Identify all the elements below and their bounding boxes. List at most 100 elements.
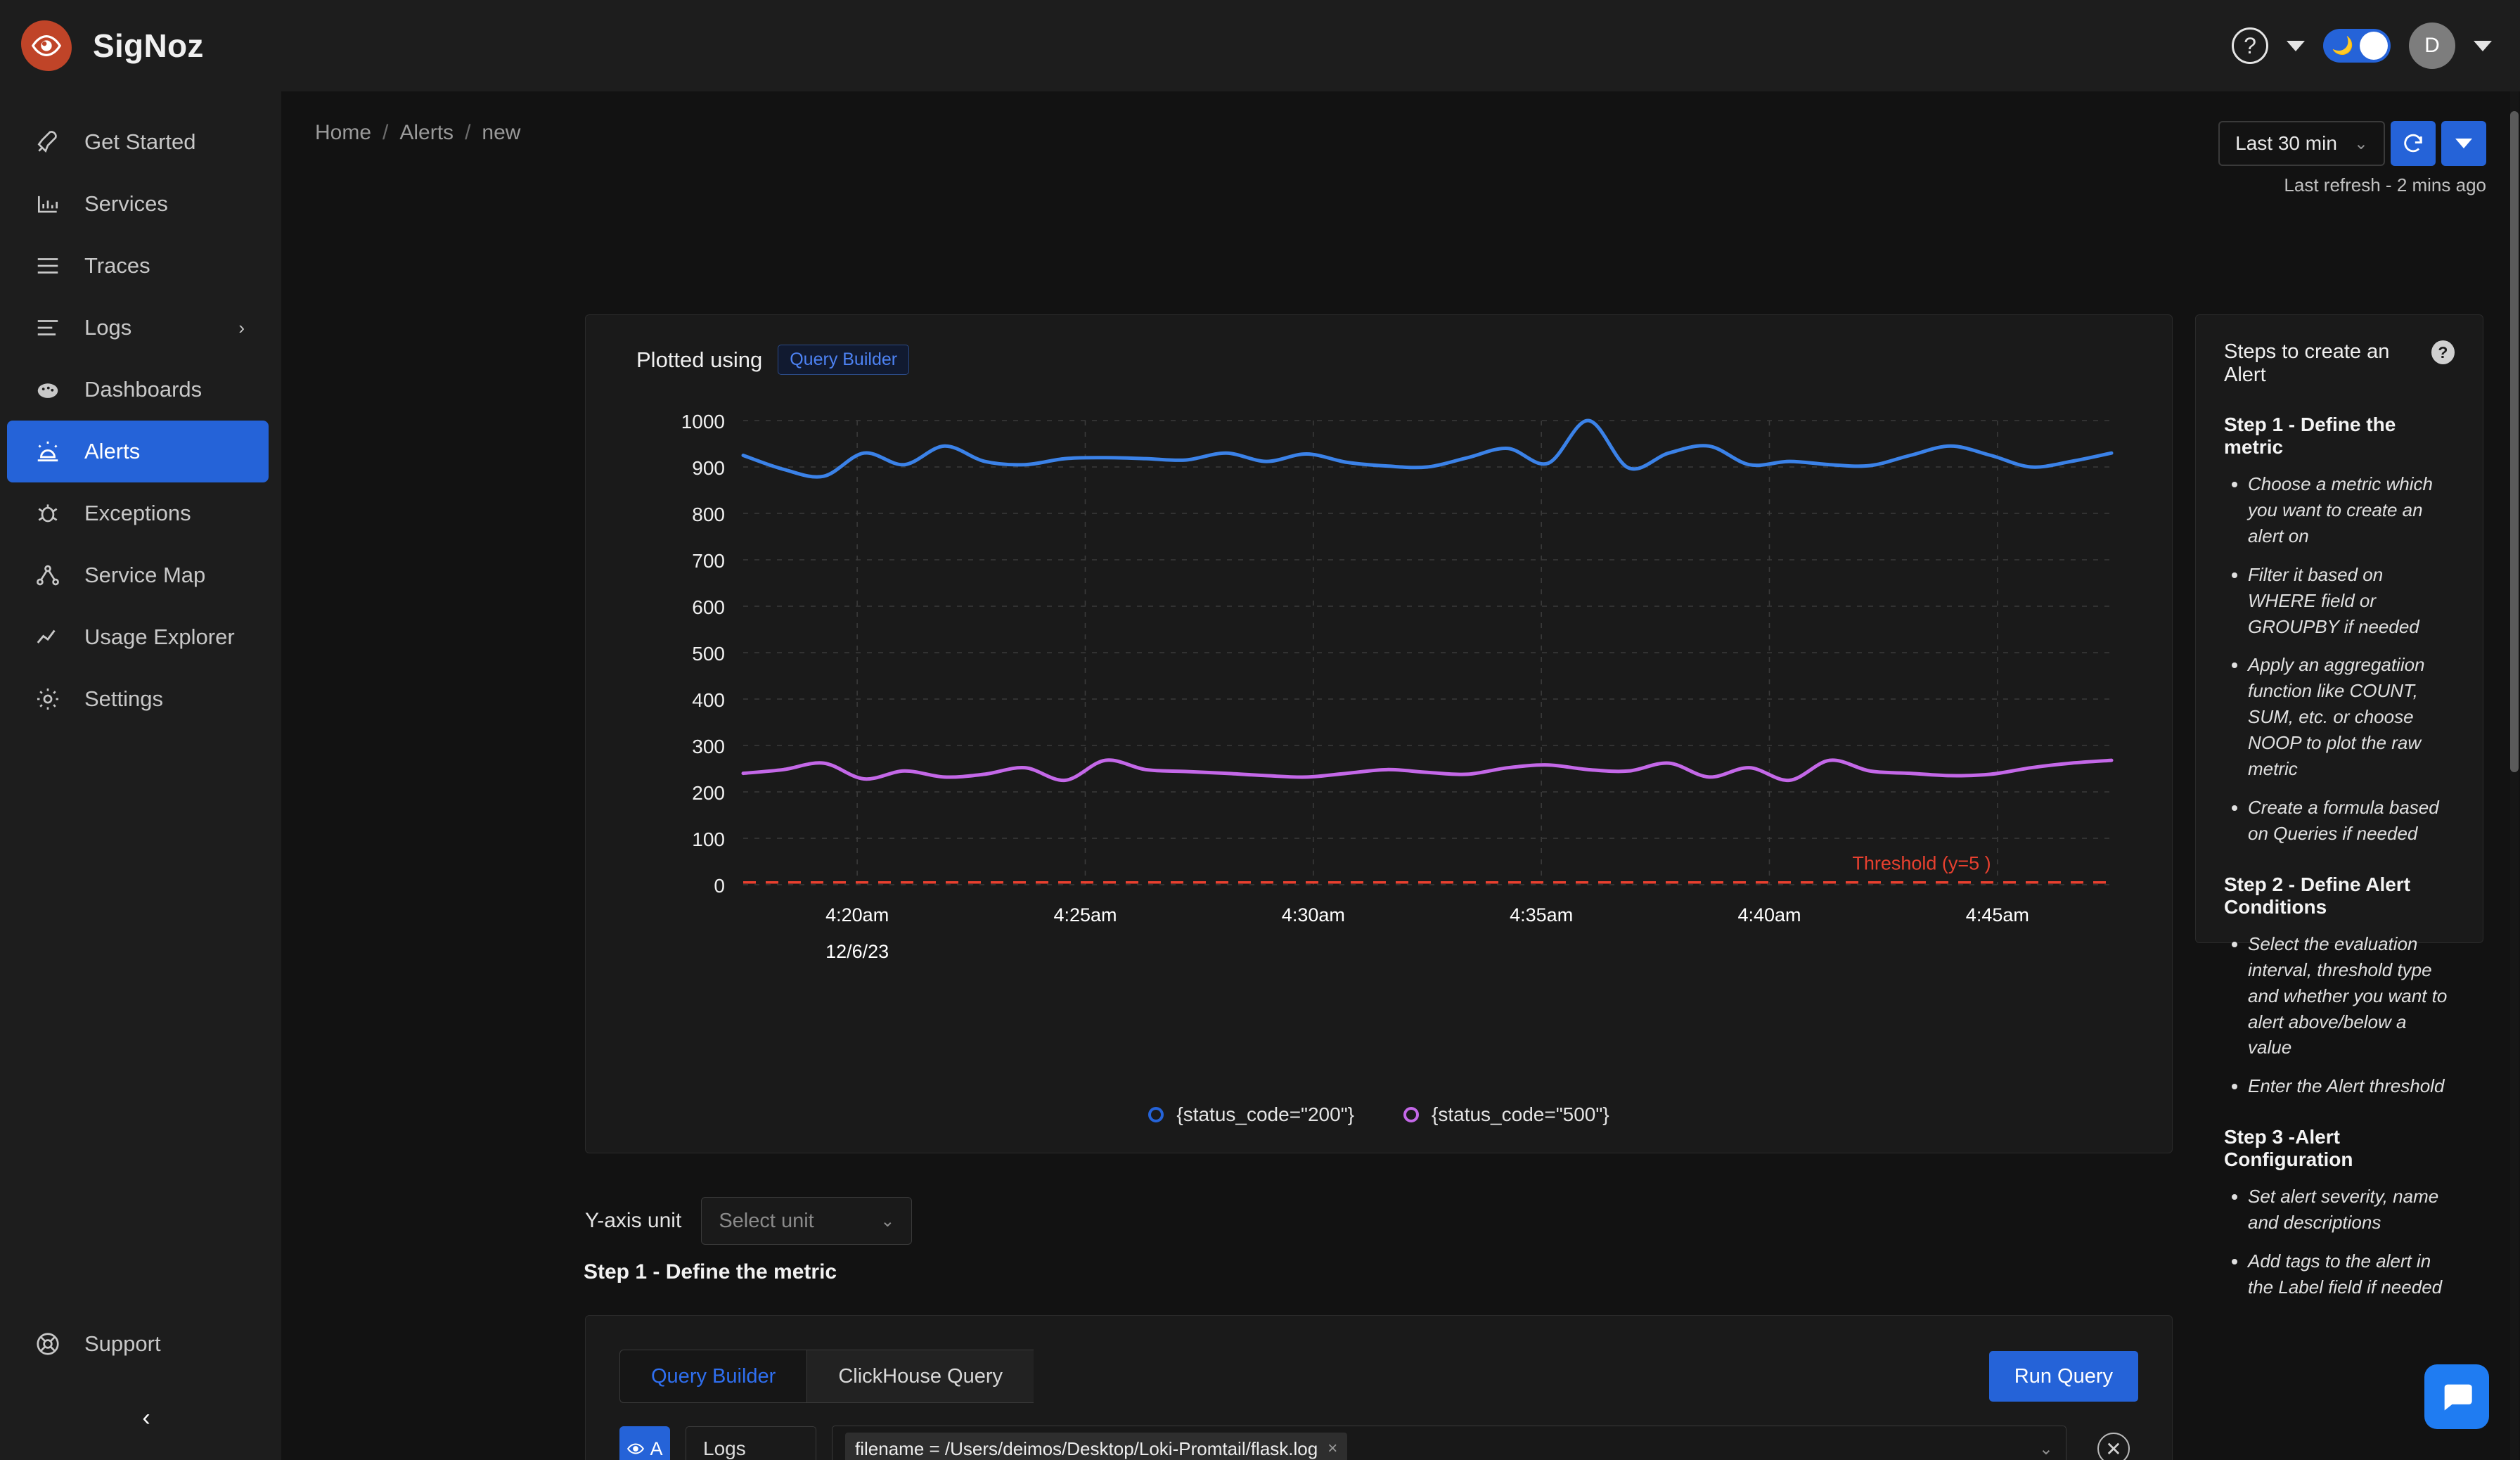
sidebar-item-support[interactable]: Support [7,1319,161,1369]
refresh-interval-dropdown-button[interactable] [2441,121,2486,166]
close-icon[interactable]: × [1328,1439,1337,1459]
sidebar-item-exceptions[interactable]: Exceptions [7,482,269,544]
brand-logo[interactable]: SigNoz [0,20,204,71]
tab-query-builder[interactable]: Query Builder [619,1350,807,1403]
sidebar-collapse-button[interactable]: ‹ [127,1398,166,1437]
breadcrumb: Home / Alerts / new [315,121,520,145]
x-axis-tick-label: 4:25am [1053,904,1117,926]
y-axis-tick-label: 1000 [681,411,725,433]
breadcrumb-current: new [482,121,521,144]
y-axis-unit-placeholder: Select unit [719,1209,814,1232]
breadcrumb-home[interactable]: Home [315,121,371,145]
scrollbar-thumb[interactable] [2510,111,2519,772]
sidebar-item-label: Get Started [84,129,196,154]
query-a-visibility-badge[interactable]: A [619,1426,670,1460]
breadcrumb-separator: / [465,121,471,144]
step-bullet-list: Select the evaluation interval, threshol… [2248,931,2455,1099]
refresh-icon [2404,134,2422,153]
signoz-eye-logo-icon [21,20,72,71]
eye-icon [627,1443,645,1454]
chart-legend: {status_code="200"} {status_code="500"} [586,1103,2172,1126]
menu-lines-icon [34,252,62,280]
caret-down-icon [2455,139,2472,148]
legend-color-dot-icon [1403,1107,1419,1122]
sidebar-item-usage-explorer[interactable]: Usage Explorer [7,606,269,668]
sidebar-item-dashboards[interactable]: Dashboards [7,359,269,421]
y-axis-unit-select[interactable]: Select unit ⌄ [701,1197,913,1245]
bug-icon [34,499,62,527]
delete-query-button[interactable]: ✕ [2097,1433,2130,1460]
logs-lines-icon [34,314,62,342]
sidebar-item-label: Alerts [84,439,141,463]
sidebar-item-traces[interactable]: Traces [7,235,269,297]
sidebar-item-label: Dashboards [84,377,202,402]
refresh-button[interactable] [2391,121,2436,166]
sidebar-item-get-started[interactable]: Get Started [7,111,269,173]
y-axis-tick-label: 700 [692,550,725,572]
run-query-button[interactable]: Run Query [1988,1351,2138,1402]
step-heading: Step 2 - Define Alert Conditions [2224,873,2411,918]
sidebar-item-label: Traces [84,253,150,278]
filter-chip[interactable]: filename = /Users/deimos/Desktop/Loki-Pr… [845,1433,1348,1460]
lifebuoy-icon [34,1330,62,1358]
sidebar-item-settings[interactable]: Settings [7,668,269,730]
chart-header: Plotted using Query Builder [586,315,2172,375]
sidebar-item-label: Exceptions [84,501,191,525]
sidebar-nav: Get Started Services Traces Logs › Dashb… [0,91,281,730]
step-bullet: Create a formula based on Queries if nee… [2248,795,2455,847]
step-bullet: Enter the Alert threshold [2248,1073,2455,1099]
sidebar-item-label: Service Map [84,563,206,587]
dashboard-gauge-icon [34,376,62,404]
sidebar: Get Started Services Traces Logs › Dashb… [0,91,281,1460]
step-bullet: Set alert severity, name and description… [2248,1184,2455,1236]
where-filter-input[interactable]: filename = /Users/deimos/Desktop/Loki-Pr… [832,1426,2066,1460]
time-range-select[interactable]: Last 30 min ⌄ [2218,121,2385,166]
data-source-select[interactable]: Logs [686,1426,816,1460]
rocket-icon [34,128,62,156]
breadcrumb-bar: Home / Alerts / new Last 30 min ⌄ Last r… [281,91,2520,197]
y-axis-unit-label: Y-axis unit [585,1209,682,1232]
step-bullet: Choose a metric which you want to create… [2248,471,2455,549]
support-label: Support [84,1331,161,1356]
query-letter: A [650,1437,663,1459]
legend-item-200[interactable]: {status_code="200"} [1148,1103,1354,1126]
query-builder-badge: Query Builder [778,345,910,375]
line-chart-svg: 0 100 200 300 400 500 600 700 800 900 1000 4:20am 12… [681,411,2114,962]
help-chevron-down-icon[interactable] [2287,40,2305,51]
page-scrollbar[interactable] [2510,91,2519,1460]
bar-chart-icon [34,190,62,218]
node-graph-icon [34,561,62,589]
chevron-right-icon[interactable]: › [238,317,245,339]
avatar-chevron-down-icon[interactable] [2474,40,2492,51]
chevron-down-icon: ⌄ [2353,134,2368,153]
y-axis-tick-label: 400 [692,689,725,711]
question-mark-icon[interactable]: ? [2431,340,2455,364]
x-axis-date-label: 12/6/23 [825,941,889,962]
chart-plot-area[interactable]: 0 100 200 300 400 500 600 700 800 900 1000 4:20am 12… [586,392,2173,1096]
breadcrumb-alerts[interactable]: Alerts [399,121,454,145]
legend-label: {status_code="200"} [1176,1103,1354,1125]
threshold-label: Threshold (y=5 ) [1852,853,1991,874]
query-row-a: A Logs filename = /Users/deimos/Desktop/… [586,1403,2172,1460]
y-axis-tick-label: 200 [692,782,725,804]
question-circle-icon[interactable]: ? [2232,27,2268,64]
avatar[interactable]: D [2409,23,2455,69]
chevron-down-icon[interactable]: ⌄ [2039,1439,2053,1459]
sidebar-item-label: Settings [84,686,164,711]
plotted-using-label: Plotted using [636,347,763,372]
legend-item-500[interactable]: {status_code="500"} [1403,1103,1609,1126]
step-bullet: Apply an aggregatiion function like COUN… [2248,652,2455,782]
sidebar-item-logs[interactable]: Logs › [7,297,269,359]
y-axis-tick-label: 900 [692,457,725,479]
legend-color-dot-icon [1148,1107,1164,1122]
app-title: SigNoz [93,27,204,64]
sidebar-item-alerts[interactable]: Alerts [7,421,269,482]
tab-clickhouse-query[interactable]: ClickHouse Query [806,1350,1034,1403]
sidebar-item-service-map[interactable]: Service Map [7,544,269,606]
chat-widget-button[interactable] [2424,1364,2489,1429]
y-axis-tick-label: 300 [692,736,725,757]
sidebar-item-services[interactable]: Services [7,173,269,235]
dark-mode-toggle[interactable]: 🌙 [2323,29,2391,63]
step-1-section-heading: Step 1 - Define the metric [584,1260,837,1283]
step-bullet-list: Set alert severity, name and description… [2248,1184,2455,1300]
